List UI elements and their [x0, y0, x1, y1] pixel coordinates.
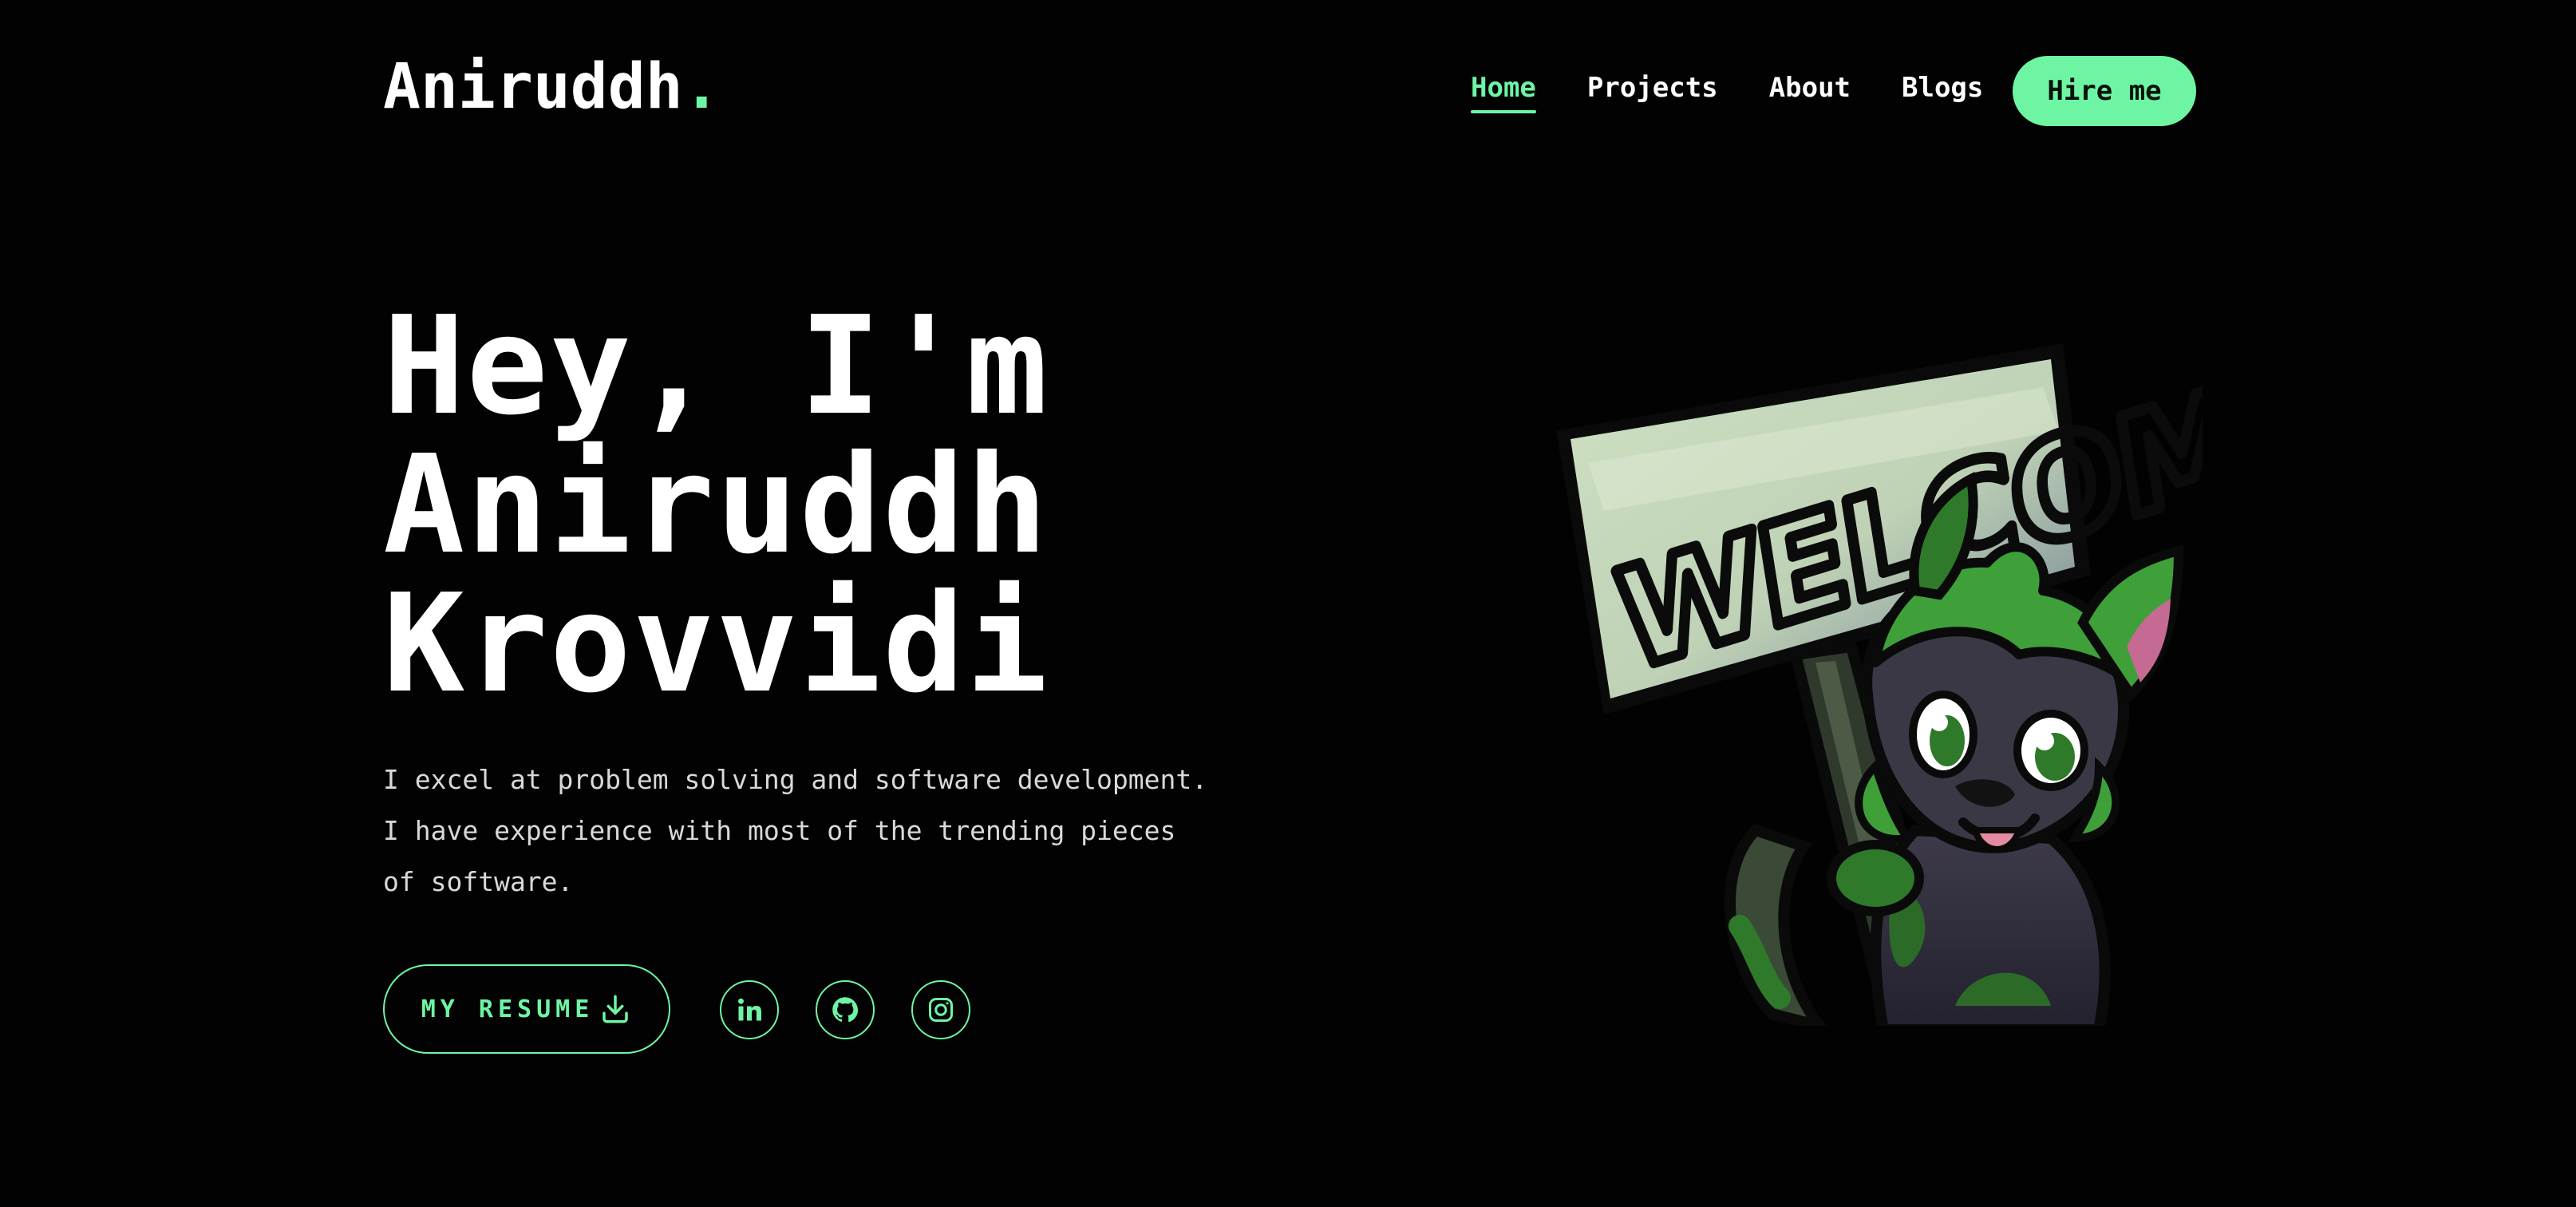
logo-text: Aniruddh — [383, 51, 683, 123]
instagram-icon — [929, 998, 953, 1022]
hire-me-button[interactable]: Hire me — [2013, 56, 2196, 126]
hero-title-line-3: Krovvidi — [383, 565, 1049, 723]
download-icon — [603, 995, 629, 1023]
instagram-link[interactable] — [911, 980, 970, 1039]
logo[interactable]: Aniruddh. — [383, 56, 721, 118]
nav-about[interactable]: About — [1769, 72, 1851, 104]
nav-blogs[interactable]: Blogs — [1902, 72, 1983, 104]
hero-title-line-1: Hey, I'm — [383, 287, 1049, 445]
logo-dot: . — [682, 51, 721, 123]
hero-description: I excel at problem solving and software … — [383, 764, 1208, 897]
hero-title: Hey, I'm Aniruddh Krovvidi — [383, 297, 1049, 714]
hero-title-line-2: Aniruddh — [383, 426, 1049, 584]
main-nav: Home Projects About Blogs — [1471, 72, 1983, 113]
nav-projects[interactable]: Projects — [1587, 72, 1718, 104]
github-link[interactable] — [816, 980, 875, 1039]
linkedin-link[interactable] — [720, 980, 779, 1039]
welcome-mascot-illustration: WELCOME — [1556, 324, 2203, 1026]
resume-label: MY RESUME — [421, 995, 595, 1023]
linkedin-icon — [738, 998, 761, 1021]
resume-button[interactable]: MY RESUME — [383, 964, 670, 1054]
nav-home[interactable]: Home — [1471, 72, 1536, 113]
github-icon — [832, 997, 859, 1023]
